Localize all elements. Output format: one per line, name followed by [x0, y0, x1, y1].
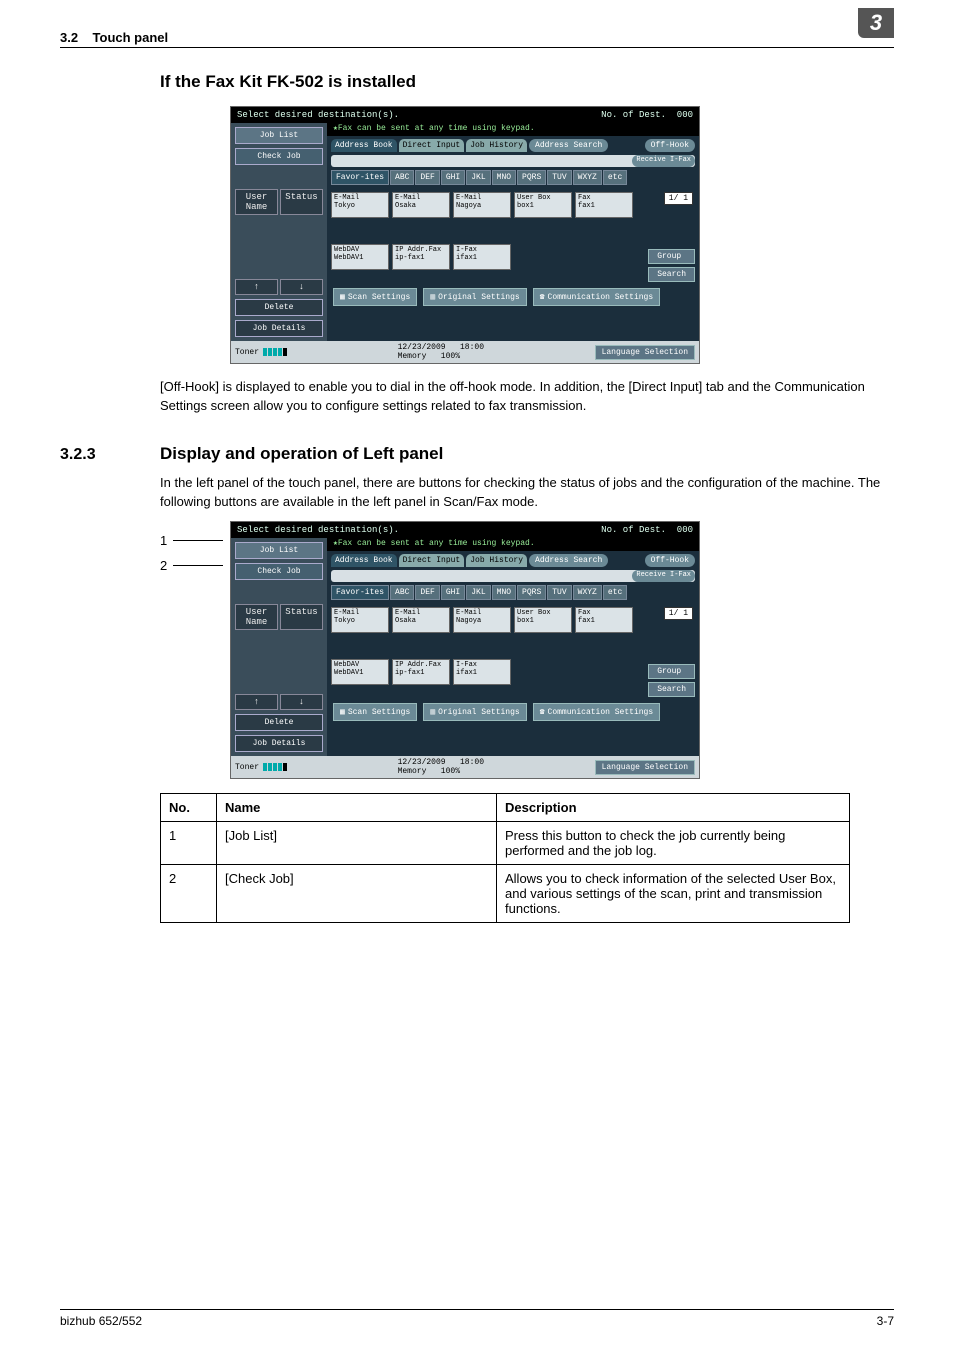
scroll-down-button[interactable]: ↓ [280, 279, 323, 295]
job-list-button[interactable]: Job List [235, 542, 323, 559]
original-settings-button[interactable]: ▥ Original Settings [423, 703, 526, 721]
left-panel-description-table: No. Name Description 1 [Job List] Press … [160, 793, 850, 923]
table-header-desc: Description [497, 794, 850, 822]
subsection-heading: If the Fax Kit FK-502 is installed [160, 72, 894, 92]
original-settings-button[interactable]: ▥ Original Settings [423, 288, 526, 306]
search-button[interactable]: Search [648, 267, 695, 282]
page-header: 3.2 Touch panel 3 [60, 30, 894, 48]
dest-card[interactable]: User Boxbox1 [514, 192, 572, 218]
dest-label: No. of Dest. [601, 110, 666, 120]
dest-card[interactable]: WebDAVWebDAV1 [331, 659, 389, 685]
chapter-number-badge: 3 [858, 8, 894, 38]
toner-label: Toner [235, 348, 259, 357]
alpha-mno[interactable]: MNO [492, 170, 516, 185]
panel-top-message: Select desired destination(s). [237, 110, 399, 120]
header-section-num: 3.2 [60, 30, 78, 45]
communication-settings-button[interactable]: ☎ Communication Settings [533, 703, 660, 721]
table-row: 2 [Check Job] Allows you to check inform… [161, 865, 850, 923]
check-job-button[interactable]: Check Job [235, 563, 323, 580]
tab-direct-input[interactable]: Direct Input [399, 554, 465, 567]
search-button[interactable]: Search [648, 682, 695, 697]
dest-card[interactable]: WebDAVWebDAV1 [331, 244, 389, 270]
page-indicator: 1/ 1 [664, 192, 693, 205]
panel-top-message: Select desired destination(s). [237, 525, 399, 535]
tab-job-history[interactable]: Job History [466, 554, 527, 567]
dest-card[interactable]: IP Addr.Faxip-fax1 [392, 244, 450, 270]
dest-card[interactable]: E-MailTokyo [331, 607, 389, 633]
job-details-button[interactable]: Job Details [235, 735, 323, 752]
alpha-abc[interactable]: ABC [390, 170, 414, 185]
touch-panel-screenshot-1: Select desired destination(s). No. of De… [230, 106, 894, 364]
job-details-button[interactable]: Job Details [235, 320, 323, 337]
check-job-button[interactable]: Check Job [235, 148, 323, 165]
status-label: Status [280, 189, 323, 215]
alpha-pqrs[interactable]: PQRS [517, 170, 546, 185]
scan-settings-button[interactable]: ▦ Scan Settings [333, 703, 417, 721]
touch-panel-screenshot-2: 1 2 Select desired destination(s). No. o… [230, 521, 894, 779]
language-selection-button[interactable]: Language Selection [595, 345, 695, 360]
dest-card[interactable]: IP Addr.Faxip-fax1 [392, 659, 450, 685]
table-header-name: Name [217, 794, 497, 822]
tab-address-search[interactable]: Address Search [529, 554, 608, 567]
section-title: Display and operation of Left panel [160, 444, 443, 464]
footer-page-number: 3-7 [877, 1314, 894, 1328]
dest-card[interactable]: E-MailOsaka [392, 192, 450, 218]
alpha-wxyz[interactable]: WXYZ [573, 170, 602, 185]
scan-settings-button[interactable]: ▦ Scan Settings [333, 288, 417, 306]
callout-1: 1 [160, 533, 167, 548]
group-button[interactable]: Group [648, 664, 695, 679]
alpha-etc[interactable]: etc [603, 170, 627, 185]
dest-card[interactable]: E-MailNagoya [453, 607, 511, 633]
paragraph-1: [Off-Hook] is displayed to enable you to… [160, 378, 894, 416]
dest-card[interactable]: User Boxbox1 [514, 607, 572, 633]
dest-count: 000 [677, 110, 693, 120]
off-hook-button[interactable]: Off-Hook [645, 139, 695, 152]
alpha-ghi[interactable]: GHI [441, 170, 465, 185]
off-hook-button[interactable]: Off-Hook [645, 554, 695, 567]
footer-memory-pct: 100% [441, 352, 460, 361]
scroll-down-button[interactable]: ↓ [280, 694, 323, 710]
footer-time: 18:00 [460, 343, 484, 352]
section-number: 3.2.3 [60, 446, 160, 464]
delete-button[interactable]: Delete [235, 714, 323, 731]
callout-2: 2 [160, 558, 167, 573]
table-header-no: No. [161, 794, 217, 822]
language-selection-button[interactable]: Language Selection [595, 760, 695, 775]
alpha-jkl[interactable]: JKL [466, 170, 490, 185]
dest-card[interactable]: E-MailTokyo [331, 192, 389, 218]
footer-memory-label: Memory [398, 352, 427, 361]
job-list-button[interactable]: Job List [235, 127, 323, 144]
alpha-tuv[interactable]: TUV [547, 170, 571, 185]
receive-ifax-button[interactable]: Receive I-Fax [632, 155, 695, 167]
tab-address-book[interactable]: Address Book [331, 139, 397, 152]
dest-card[interactable]: I-Faxifax1 [453, 659, 511, 685]
page-footer: bizhub 652/552 3-7 [60, 1309, 894, 1328]
scroll-up-button[interactable]: ↑ [235, 279, 278, 295]
dest-card[interactable]: Faxfax1 [575, 607, 633, 633]
panel-hint: Fax can be sent at any time using keypad… [338, 124, 535, 133]
tab-address-book[interactable]: Address Book [331, 554, 397, 567]
dest-card[interactable]: Faxfax1 [575, 192, 633, 218]
dest-card[interactable]: E-MailOsaka [392, 607, 450, 633]
alpha-favorites[interactable]: Favor-ites [331, 170, 389, 185]
receive-ifax-button[interactable]: Receive I-Fax [632, 570, 695, 582]
communication-settings-button[interactable]: ☎ Communication Settings [533, 288, 660, 306]
footer-model: bizhub 652/552 [60, 1314, 142, 1328]
scroll-up-button[interactable]: ↑ [235, 694, 278, 710]
delete-button[interactable]: Delete [235, 299, 323, 316]
alpha-def[interactable]: DEF [415, 170, 439, 185]
header-section-title: Touch panel [93, 30, 169, 45]
tab-address-search[interactable]: Address Search [529, 139, 608, 152]
paragraph-2: In the left panel of the touch panel, th… [160, 474, 894, 512]
dest-card[interactable]: E-MailNagoya [453, 192, 511, 218]
footer-date: 12/23/2009 [398, 343, 446, 352]
user-name-label: User Name [235, 189, 278, 215]
dest-card[interactable]: I-Faxifax1 [453, 244, 511, 270]
tab-direct-input[interactable]: Direct Input [399, 139, 465, 152]
table-row: 1 [Job List] Press this button to check … [161, 822, 850, 865]
group-button[interactable]: Group [648, 249, 695, 264]
tab-job-history[interactable]: Job History [466, 139, 527, 152]
